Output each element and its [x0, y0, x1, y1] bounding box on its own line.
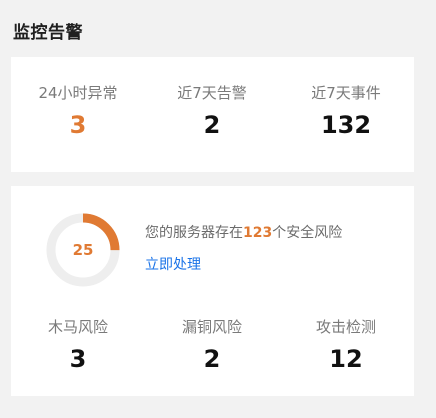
stat-events-7d[interactable]: 近7天事件 132	[279, 82, 413, 139]
stat-value: 12	[329, 345, 363, 373]
stat-attack-detection[interactable]: 攻击检测 12	[279, 316, 413, 373]
stat-alerts-7d[interactable]: 近7天告警 2	[145, 82, 279, 139]
alert-summary-card: 24小时异常 3 近7天告警 2 近7天事件 132	[11, 57, 414, 172]
stat-vulnerability-risk[interactable]: 漏铜风险 2	[145, 316, 279, 373]
risk-summary-text: 您的服务器存在123个安全风险	[145, 222, 342, 242]
stat-label: 24小时异常	[38, 84, 118, 102]
stat-anomalies-24h[interactable]: 24小时异常 3	[11, 82, 145, 139]
stat-label: 漏铜风险	[181, 318, 242, 336]
stat-label: 近7天事件	[311, 84, 381, 102]
stat-value: 3	[69, 345, 87, 373]
stat-label: 木马风险	[47, 318, 108, 336]
handle-now-link[interactable]: 立即处理	[145, 254, 201, 274]
stat-label: 攻击检测	[315, 318, 376, 336]
stat-value: 2	[203, 345, 221, 373]
page-title: 监控告警	[13, 23, 83, 43]
stat-trojan-risk[interactable]: 木马风险 3	[11, 316, 145, 373]
stat-label: 近7天告警	[177, 84, 247, 102]
stat-value: 3	[69, 111, 87, 139]
risk-text-prefix: 您的服务器存在	[145, 225, 243, 241]
security-risk-card: 25 您的服务器存在123个安全风险 立即处理 木马风险 3 漏铜风险 2 攻击…	[11, 186, 414, 396]
stat-value: 2	[203, 111, 221, 139]
risk-score-value: 25	[72, 241, 94, 259]
risk-count: 123	[243, 225, 273, 241]
risk-text-suffix: 个安全风险	[272, 225, 343, 241]
stat-value: 132	[320, 111, 372, 139]
